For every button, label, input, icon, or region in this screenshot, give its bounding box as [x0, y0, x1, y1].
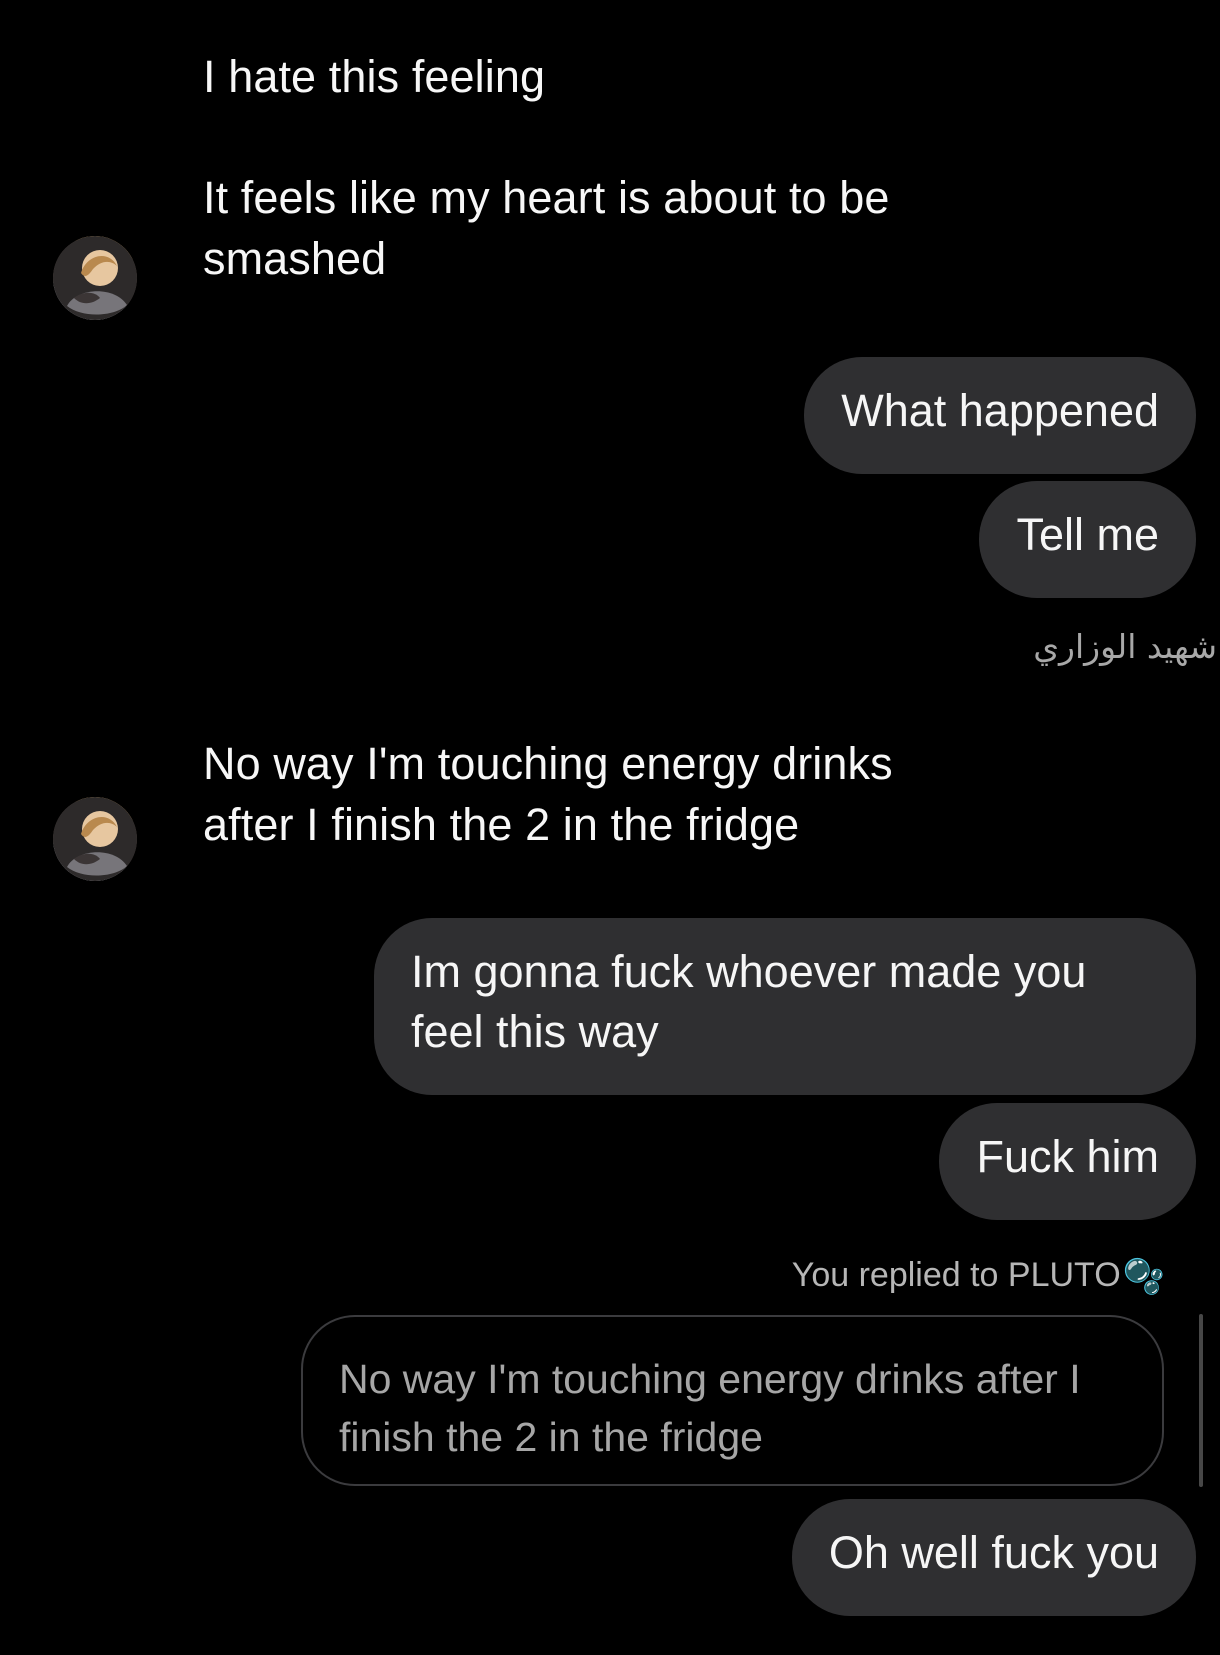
- outgoing-message-gonna[interactable]: Im gonna fuck whoever made you feel this…: [374, 918, 1196, 1095]
- incoming-message-energy-drinks: No way I'm touching energy drinks after …: [203, 738, 893, 850]
- scrollbar-thumb[interactable]: [1199, 1314, 1203, 1487]
- profile-avatar-icon[interactable]: [53, 236, 137, 320]
- outgoing-message-tell-me[interactable]: Tell me: [979, 481, 1196, 598]
- outgoing-message-fuck-him[interactable]: Fuck him: [939, 1103, 1196, 1220]
- outgoing-message-oh-well[interactable]: Oh well fuck you: [791, 1499, 1196, 1616]
- incoming-message-heart-smashed: It feels like my heart is about to be sm…: [203, 172, 890, 284]
- reply-preview-bubble[interactable]: No way I'm touching energy drinks after …: [301, 1315, 1164, 1486]
- reply-context-label: You replied to PLUTO🫧: [792, 1256, 1165, 1297]
- reply-label-text: You replied to PLUTO: [791, 1256, 1121, 1294]
- bubble-icon: 🫧: [1122, 1258, 1165, 1296]
- incoming-message-hate-feeling: I hate this feeling: [203, 51, 546, 102]
- reply-preview-text: No way I'm touching energy drinks after …: [339, 1356, 1081, 1460]
- sender-name-label: شهيد الوزاري: [1033, 627, 1217, 666]
- outgoing-message-what-happened[interactable]: What happened: [804, 357, 1196, 474]
- profile-avatar-icon[interactable]: [53, 797, 137, 881]
